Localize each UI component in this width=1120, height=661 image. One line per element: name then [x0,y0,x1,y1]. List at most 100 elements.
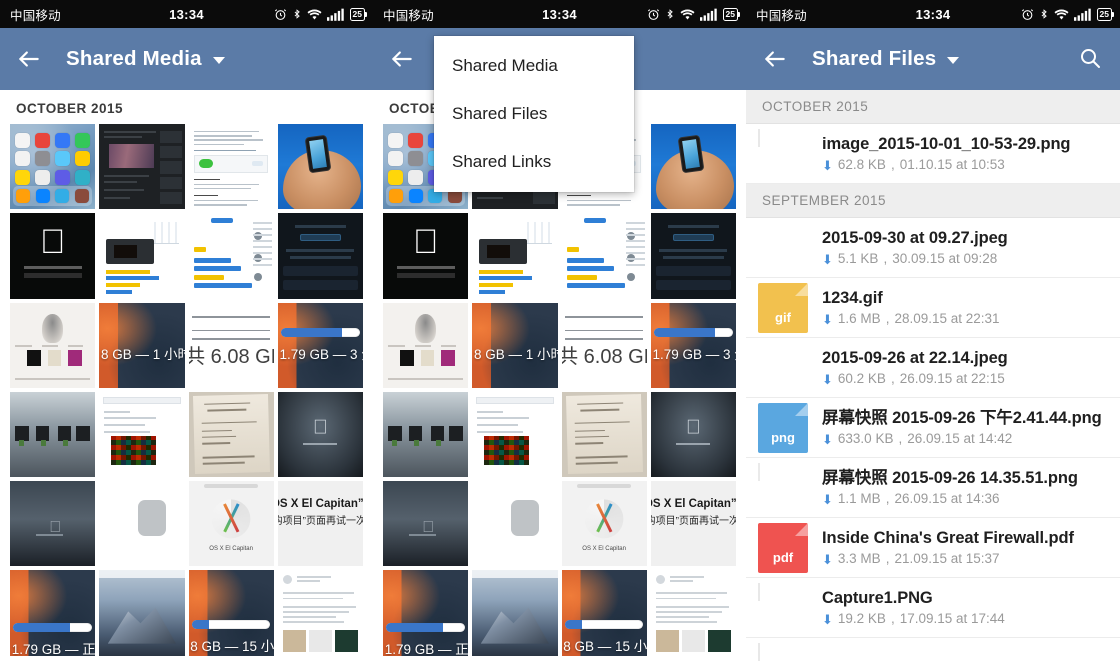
panel-shared-media: 中国移动 13:34 25 Shared Media OCTOBER 2015 … [0,0,373,661]
chevron-down-icon[interactable] [212,57,225,64]
list-item[interactable]: pdf Inside China's Great Firewall.pdf ⬇ … [746,518,1120,578]
media-thumb[interactable]: 1.79 GB — 正在计 [10,570,96,656]
panel-shared-media-menu-open: 中国移动 13:34 25 OCTOBER 8 GB — 1 小时 共 6.08… [373,0,746,661]
menu-item-label: Shared Files [452,104,548,123]
media-thumb[interactable]: OS X El Capitan [188,481,274,567]
wifi-icon [1054,8,1069,21]
page-title: Shared Media [66,47,202,70]
list-item[interactable]: image_2015-10-01_10-53-29.png ⬇ 62.8 KB,… [746,124,1120,184]
media-thumb[interactable] [99,481,185,567]
media-thumb[interactable]:  [10,213,96,299]
download-total-label: 共 6.08 GB [188,346,274,368]
media-thumb[interactable] [10,391,96,477]
media-thumb[interactable] [277,124,363,210]
page-title: Shared Files [812,47,937,70]
media-thumb[interactable] [188,213,274,299]
download-arrow-icon: ⬇ [822,311,833,327]
list-item[interactable]: Capture.PNG [746,638,1120,661]
media-thumb[interactable] [188,124,274,210]
media-thumb[interactable] [277,213,363,299]
file-name: 屏幕快照 2015-09-26 下午2.41.44.png [822,409,1102,427]
download-arrow-icon: ⬇ [822,551,833,567]
file-date: 17.09.15 at 17:44 [899,611,1005,626]
list-item[interactable]: Capture1.PNG ⬇ 19.2 KB, 17.09.15 at 17:4… [746,578,1120,638]
media-thumb[interactable]: 8 GB — 1 小时 [99,302,185,388]
battery-level-label: 25 [1099,8,1109,19]
list-item[interactable]: png 屏幕快照 2015-09-26 下午2.41.44.png ⬇ 633.… [746,398,1120,458]
file-date: 21.09.15 at 15:37 [894,551,1000,566]
signal-icon [1073,8,1092,21]
pdf-file-icon: pdf [758,522,808,573]
file-size: 19.2 KB [837,611,886,626]
shared-content-dropdown-menu[interactable]: Shared Media Shared Files Shared Links [434,36,634,192]
media-thumb[interactable]: OS X El Capitan”失败 购项目”页面再试一次。 [277,481,363,567]
media-thumb[interactable] [99,213,185,299]
back-arrow-icon[interactable] [16,46,42,72]
file-size: 1.6 MB [837,311,881,326]
list-item[interactable]: 2015-09-26 at 22.14.jpeg ⬇ 60.2 KB, 26.0… [746,338,1120,398]
list-item[interactable]: gif 1234.gif ⬇ 1.6 MB, 28.09.15 at 22:31 [746,278,1120,338]
media-thumb[interactable] [277,570,363,656]
media-thumb[interactable]:  [277,391,363,477]
download-arrow-icon: ⬇ [822,491,833,507]
menu-item-shared-links[interactable]: Shared Links [434,138,634,186]
media-thumb[interactable] [99,570,185,656]
search-icon[interactable] [1078,46,1104,72]
file-thumbnail [758,222,808,273]
alarm-icon [274,8,287,21]
list-item[interactable]: 2015-09-30 at 09.27.jpeg ⬇ 5.1 KB, 30.09… [746,218,1120,278]
file-thumbnail [758,462,808,513]
list-item[interactable]: 屏幕快照 2015-09-26 14.35.51.png ⬇ 1.1 MB, 2… [746,458,1120,518]
download-arrow-icon: ⬇ [822,431,833,447]
back-arrow-icon[interactable] [762,46,788,72]
file-name: Capture.PNG [822,658,1106,661]
status-bar: 中国移动 13:34 25 [746,0,1120,28]
file-name: Inside China's Great Firewall.pdf [822,529,1074,547]
menu-item-label: Shared Links [452,152,552,171]
file-size: 633.0 KB [837,431,894,446]
battery-icon: 25 [349,7,368,21]
file-thumbnail: gif [758,282,808,333]
media-thumb[interactable]: 8 GB — 15 小时 34 [188,570,274,656]
section-header-october: OCTOBER 2015 [746,90,1120,124]
file-thumbnail [758,342,808,393]
media-thumb[interactable] [188,391,274,477]
menu-item-label: Shared Media [452,56,558,75]
alarm-icon [1021,8,1034,21]
media-thumb[interactable]: 共 6.08 GB [188,302,274,388]
gif-file-icon: gif [758,282,808,333]
media-thumb[interactable] [99,124,185,210]
file-name: 1234.gif [822,289,883,307]
media-thumb[interactable]:  [10,481,96,567]
media-thumb[interactable]: 1.79 GB — 3 分钟 [277,302,363,388]
section-header-october: OCTOBER 2015 [0,90,373,124]
battery-icon: 25 [1096,7,1115,21]
status-bar: 中国移动 13:34 25 [0,0,373,28]
file-size: 60.2 KB [837,371,886,386]
download-arrow-icon: ⬇ [822,251,833,267]
file-name: 2015-09-30 at 09.27.jpeg [822,229,1008,247]
media-thumb[interactable] [99,391,185,477]
wifi-icon [307,8,322,21]
download-status-label: 1.79 GB — 3 分钟 [279,347,363,363]
error-body-label: 购项目”页面再试一次。 [278,515,363,527]
bluetooth-icon [292,7,302,21]
download-arrow-icon: ⬇ [822,611,833,627]
media-thumb[interactable] [10,124,96,210]
file-name: image_2015-10-01_10-53-29.png [822,135,1071,153]
error-title-label: OS X El Capitan”失败 [278,497,363,510]
battery-level-label: 25 [352,8,362,19]
file-thumbnail: png [758,402,808,453]
file-date: 26.09.15 at 14:42 [907,431,1013,446]
menu-item-shared-files[interactable]: Shared Files [434,90,634,138]
media-thumb[interactable] [10,302,96,388]
chevron-down-icon[interactable] [947,57,960,64]
dropdown-overlay: Shared Media Shared Files Shared Links [373,0,746,661]
bluetooth-icon [1039,7,1049,21]
file-thumbnail [758,128,808,179]
file-date: 26.09.15 at 22:15 [899,371,1005,386]
menu-item-shared-media[interactable]: Shared Media [434,42,634,90]
file-extension-label: pdf [772,549,794,565]
file-thumbnail [758,642,808,661]
file-date: 01.10.15 at 10:53 [899,157,1005,172]
